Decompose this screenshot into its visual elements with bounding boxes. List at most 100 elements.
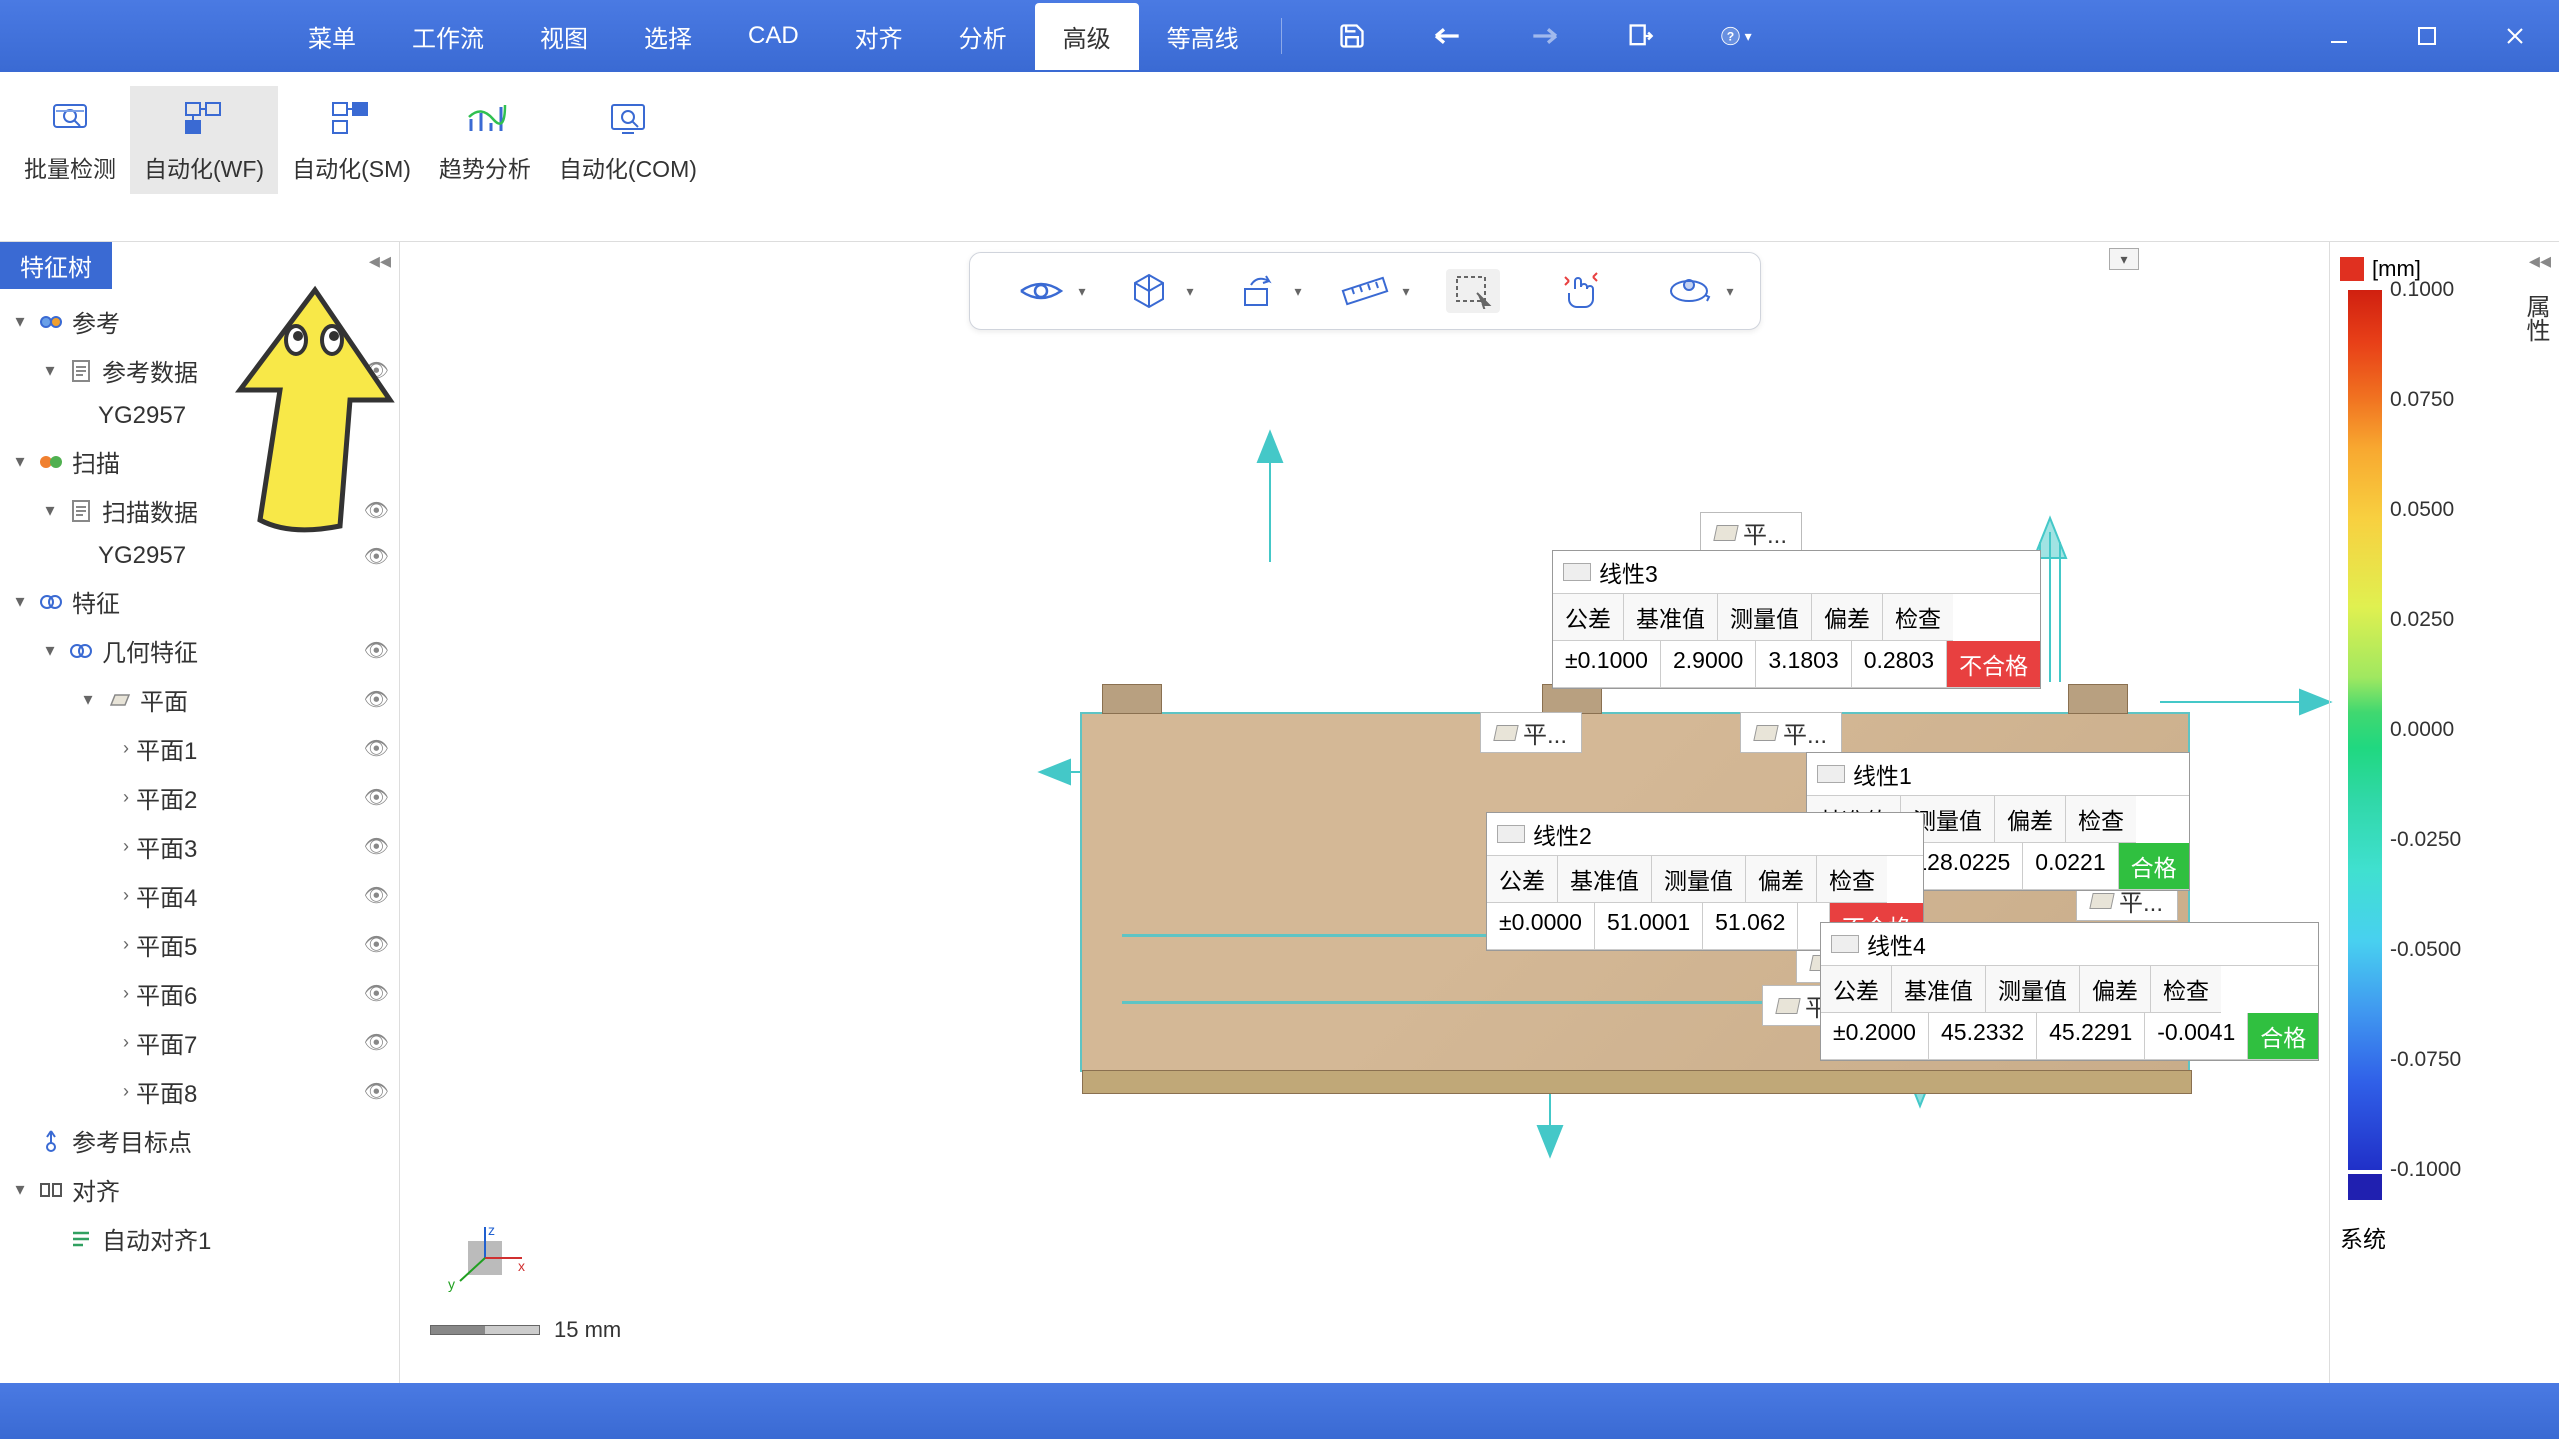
tree-item[interactable]: ▾特征 (0, 577, 399, 626)
expand-icon[interactable]: ▾ (40, 360, 60, 381)
tree-item[interactable]: ›平面7👁 (0, 1018, 399, 1067)
tree-item[interactable]: ›平面4👁 (0, 871, 399, 920)
tree-item[interactable]: ▾参考 (0, 297, 399, 346)
expand-icon[interactable]: › (116, 1081, 136, 1102)
expand-icon[interactable]: ▾ (10, 1179, 30, 1200)
select-tool-icon[interactable] (1446, 269, 1500, 313)
visibility-eye-icon[interactable]: 👁 (364, 1079, 389, 1104)
menu-view[interactable]: 视图 (512, 3, 616, 70)
ribbon-batch-inspect[interactable]: 批量检测 (10, 86, 130, 194)
expand-icon[interactable]: › (116, 836, 136, 857)
tree-item[interactable]: ▾对齐 (0, 1165, 399, 1214)
expand-icon[interactable]: ▾ (10, 451, 30, 472)
tree-item[interactable]: ›平面2👁 (0, 773, 399, 822)
expand-icon[interactable]: ▾ (40, 640, 60, 661)
expand-icon[interactable]: ▾ (10, 591, 30, 612)
expand-icon[interactable]: › (116, 738, 136, 759)
export-icon[interactable] (1624, 20, 1656, 52)
plane-icon (2089, 893, 2114, 909)
tree-item[interactable]: ›平面3👁 (0, 822, 399, 871)
ruler-tool-icon[interactable]: ▾ (1338, 269, 1392, 313)
tree-item[interactable]: ›平面6👁 (0, 969, 399, 1018)
ribbon-auto-com[interactable]: 自动化(COM) (545, 86, 711, 194)
tree-item[interactable]: ▾扫描数据👁 (0, 486, 399, 535)
visibility-eye-icon[interactable]: 👁 (364, 932, 389, 957)
minimize-button[interactable] (2295, 0, 2383, 72)
expand-icon[interactable]: › (116, 934, 136, 955)
tree-item[interactable]: YG2957 (0, 395, 399, 437)
menu-select[interactable]: 选择 (616, 3, 720, 70)
expand-icon[interactable]: ▾ (78, 689, 98, 710)
tree-item[interactable]: ▾几何特征👁 (0, 626, 399, 675)
menu-workflow[interactable]: 工作流 (384, 3, 512, 70)
expand-icon[interactable]: › (116, 885, 136, 906)
legend-tick: -0.0500 (2390, 938, 2461, 962)
tree-item[interactable]: YG2957👁 (0, 535, 399, 577)
visibility-eye-icon[interactable]: 👁 (364, 358, 389, 383)
model-render: 平... 平... 平... 平... 平... 平... 平... 线性3 公… (780, 382, 2040, 1242)
visibility-eye-icon[interactable]: 👁 (364, 981, 389, 1006)
menu-advanced[interactable]: 高级 (1035, 3, 1139, 70)
cube-tool-icon[interactable]: ▾ (1122, 269, 1176, 313)
properties-tab[interactable]: 属性 (2512, 280, 2559, 356)
tree-collapse-icon[interactable]: ◂◂ (369, 248, 391, 274)
ribbon-trend[interactable]: 趋势分析 (425, 86, 545, 194)
tree-item[interactable]: 自动对齐1 (0, 1214, 399, 1263)
maximize-button[interactable] (2383, 0, 2471, 72)
tree-item[interactable]: ▾参考数据👁 (0, 346, 399, 395)
rotate-tool-icon[interactable]: ▾ (1230, 269, 1284, 313)
callout-header: 公差 基准值 测量值 偏差 检查 (1487, 856, 1923, 903)
menu-cad[interactable]: CAD (720, 6, 827, 66)
ribbon-auto-wf[interactable]: 自动化(WF) (130, 86, 278, 194)
close-button[interactable] (2471, 0, 2559, 72)
plane-label[interactable]: 平... (1740, 712, 1842, 753)
legend-tick: 0.0750 (2390, 388, 2454, 412)
menu-contour[interactable]: 等高线 (1139, 3, 1267, 70)
expand-icon[interactable]: ▾ (40, 500, 60, 521)
view-dropdown[interactable]: ▾ (2109, 248, 2139, 270)
menu-main[interactable]: 菜单 (280, 3, 384, 70)
measurement-callout-linear3[interactable]: 线性3 公差 基准值 测量值 偏差 检查 ±0.1000 2.9000 3.18… (1552, 550, 2041, 689)
tree-item[interactable]: ›平面1👁 (0, 724, 399, 773)
help-icon[interactable]: ?▾ (1720, 20, 1752, 52)
expand-icon[interactable]: › (116, 1032, 136, 1053)
expand-icon[interactable]: ▾ (10, 311, 30, 332)
callout-header: 公差 基准值 测量值 偏差 检查 (1821, 966, 2318, 1013)
visibility-eye-icon[interactable]: 👁 (364, 736, 389, 761)
tree-item[interactable]: ▾扫描 (0, 437, 399, 486)
visibility-eye-icon[interactable]: 👁 (364, 544, 389, 569)
visibility-eye-icon[interactable]: 👁 (364, 785, 389, 810)
visibility-eye-icon[interactable]: 👁 (364, 1030, 389, 1055)
axis-gizmo[interactable]: zxy (440, 1223, 530, 1293)
visibility-eye-icon[interactable]: 👁 (364, 687, 389, 712)
undo-icon[interactable] (1432, 20, 1464, 52)
visibility-eye-icon[interactable]: 👁 (364, 834, 389, 859)
legend-collapse-icon[interactable]: ◂◂ (2529, 248, 2551, 274)
touch-tool-icon[interactable] (1554, 269, 1608, 313)
visibility-eye-icon[interactable]: 👁 (364, 638, 389, 663)
visibility-eye-icon[interactable]: 👁 (364, 883, 389, 908)
visibility-eye-icon[interactable]: 👁 (364, 498, 389, 523)
plane-label[interactable]: 平... (1480, 712, 1582, 753)
ribbon-auto-sm[interactable]: 自动化(SM) (278, 86, 425, 194)
tree-item[interactable]: ›平面8👁 (0, 1067, 399, 1116)
doc-icon (66, 499, 96, 523)
main-area: 特征树 ◂◂ ▾参考▾参考数据👁YG2957▾扫描▾扫描数据👁YG2957👁▾特… (0, 242, 2559, 1383)
visibility-tool-icon[interactable]: ▾ (1014, 269, 1068, 313)
viewport-3d[interactable]: ▾ ▾ ▾ ▾ ▾ ▾ (400, 242, 2329, 1383)
status-pass: 合格 (2248, 1013, 2318, 1060)
tree-item[interactable]: 参考目标点 (0, 1116, 399, 1165)
menu-analyze[interactable]: 分析 (931, 3, 1035, 70)
legend-gradient[interactable] (2348, 290, 2382, 1170)
plane-label[interactable]: 平... (1700, 512, 1802, 553)
expand-icon[interactable]: › (116, 787, 136, 808)
orbit-tool-icon[interactable]: ▾ (1662, 269, 1716, 313)
save-icon[interactable] (1336, 20, 1368, 52)
menu-align[interactable]: 对齐 (827, 3, 931, 70)
measurement-callout-linear4[interactable]: 线性4 公差 基准值 测量值 偏差 检查 ±0.2000 45.2332 45.… (1820, 922, 2319, 1061)
tree-item[interactable]: ›平面5👁 (0, 920, 399, 969)
expand-icon[interactable]: › (116, 983, 136, 1004)
tree-item[interactable]: ▾ 平面 👁 (0, 675, 399, 724)
tree-item-label: 平面 (140, 682, 188, 717)
redo-icon[interactable] (1528, 20, 1560, 52)
